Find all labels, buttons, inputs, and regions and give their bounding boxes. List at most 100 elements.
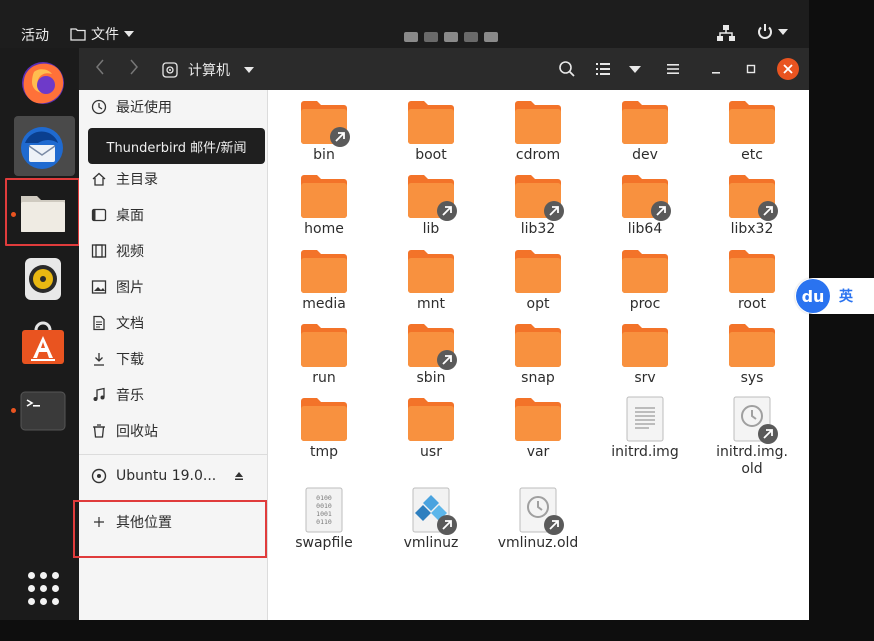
sidebar-item-8[interactable]: 下载 [91,347,144,371]
sidebar-item-9[interactable]: 音乐 [91,383,144,407]
file-item[interactable]: vmlinuz [381,486,481,552]
grid-dot [40,598,47,605]
folder-icon [729,250,775,293]
eject-icon[interactable] [234,471,244,481]
close-icon [783,64,793,74]
file-name: lib [422,221,440,237]
folder-outline-icon [70,28,86,41]
speaker-icon [25,258,61,300]
grid-dot [52,585,59,592]
file-item[interactable]: opt [488,247,588,313]
ubuntu-software-launcher[interactable] [12,316,76,380]
sidebar-item-3[interactable]: 主目录 [91,167,158,191]
location-button[interactable]: 计算机 [162,60,254,80]
file-item[interactable]: tmp [274,395,374,461]
sidebar-item-device[interactable]: Ubuntu 19.0... [91,464,216,488]
sidebar-item-7[interactable]: 文档 [91,311,144,335]
activities-button[interactable]: 活动 [21,25,49,45]
sidebar-item-10[interactable]: 回收站 [91,419,158,443]
forward-button[interactable] [129,58,139,81]
maximize-icon[interactable] [742,60,760,78]
file-item[interactable]: media [274,247,374,313]
file-item[interactable]: snap [488,321,588,387]
caret-down-icon [244,67,254,73]
symlink-arrow-icon [437,350,457,370]
file-item[interactable]: home [274,172,374,238]
rhythmbox-launcher[interactable] [12,250,76,314]
sidebar-item-5[interactable]: 视频 [91,239,144,263]
file-name: libx32 [730,221,774,237]
firefox-launcher[interactable] [12,52,76,116]
file-item[interactable]: var [488,395,588,461]
desktop-background [809,0,874,641]
file-name: lib32 [520,221,556,237]
file-item[interactable]: lib64 [595,172,695,238]
file-item[interactable]: libx32 [702,172,802,238]
close-button[interactable] [777,58,799,80]
system-menu[interactable] [756,23,788,41]
sidebar-item-other-locations[interactable]: 其他位置 [91,510,172,534]
grid-dot [52,572,59,579]
sidebar-item-1[interactable]: 最近使用 [91,95,172,119]
network-icon[interactable] [716,23,736,43]
file-item[interactable]: vmlinuz.old [488,486,588,552]
file-item[interactable]: lib [381,172,481,238]
file-item[interactable]: proc [595,247,695,313]
document-icon [93,315,105,331]
list-view-icon[interactable] [594,60,612,78]
top-bar: 活动 文件 [0,0,809,48]
file-grid: bin boot cdrom dev etc home lib lib32 lib64 libx3… [268,90,809,620]
menu-icon[interactable] [664,60,682,78]
back-button[interactable] [95,58,105,81]
ime-mode-indicator[interactable]: 英 [839,286,853,306]
folder-icon [408,398,454,441]
file-item[interactable]: 0100 0010 1001 0110 swapfile [274,486,374,552]
file-item[interactable]: initrd.img. old [702,395,802,478]
clock[interactable] [392,24,510,50]
sidebar-item-label: 最近使用 [116,100,172,116]
file-item[interactable]: bin [274,98,374,164]
file-item[interactable]: root [702,247,802,313]
file-item[interactable]: run [274,321,374,387]
file-icon-wrapper [728,321,776,369]
files-icon [21,196,65,232]
input-method-widget[interactable]: du 英 [795,278,874,314]
desktop-background [0,620,874,641]
folder-icon [301,175,347,218]
file-item[interactable]: etc [702,98,802,164]
app-menu[interactable]: 文件 [70,24,134,44]
file-item[interactable]: srv [595,321,695,387]
file-item[interactable]: boot [381,98,481,164]
file-item[interactable]: cdrom [488,98,588,164]
file-name: usr [420,444,442,460]
file-icon-wrapper [300,98,350,147]
file-item[interactable]: usr [381,395,481,461]
file-item[interactable]: lib32 [488,172,588,238]
file-item[interactable]: mnt [381,247,481,313]
file-name: var [526,444,550,460]
text-file-icon [626,396,664,442]
file-item[interactable]: sbin [381,321,481,387]
svg-text:1001: 1001 [316,510,332,518]
picture-icon [91,280,107,294]
file-item[interactable]: dev [595,98,695,164]
search-icon[interactable] [558,60,576,78]
file-icon-wrapper [514,395,562,443]
minimize-icon[interactable] [707,60,725,78]
file-item[interactable]: sys [702,321,802,387]
terminal-launcher[interactable] [12,382,76,446]
file-item[interactable]: initrd.img [595,395,695,461]
file-icon-wrapper: 0100 0010 1001 0110 [300,486,348,534]
sidebar-item-label: 图片 [116,280,144,296]
sidebar-item-6[interactable]: 图片 [91,275,144,299]
dock [0,48,80,620]
view-options-caret-icon[interactable] [629,66,641,74]
files-launcher[interactable] [12,182,76,246]
thunderbird-launcher[interactable] [12,118,76,182]
sidebar-item-4[interactable]: 桌面 [91,203,144,227]
show-apps-button[interactable] [28,572,62,606]
file-name: etc [741,147,763,163]
file-name: home [304,221,344,237]
folder-icon [301,398,347,441]
plus-icon [94,517,104,527]
